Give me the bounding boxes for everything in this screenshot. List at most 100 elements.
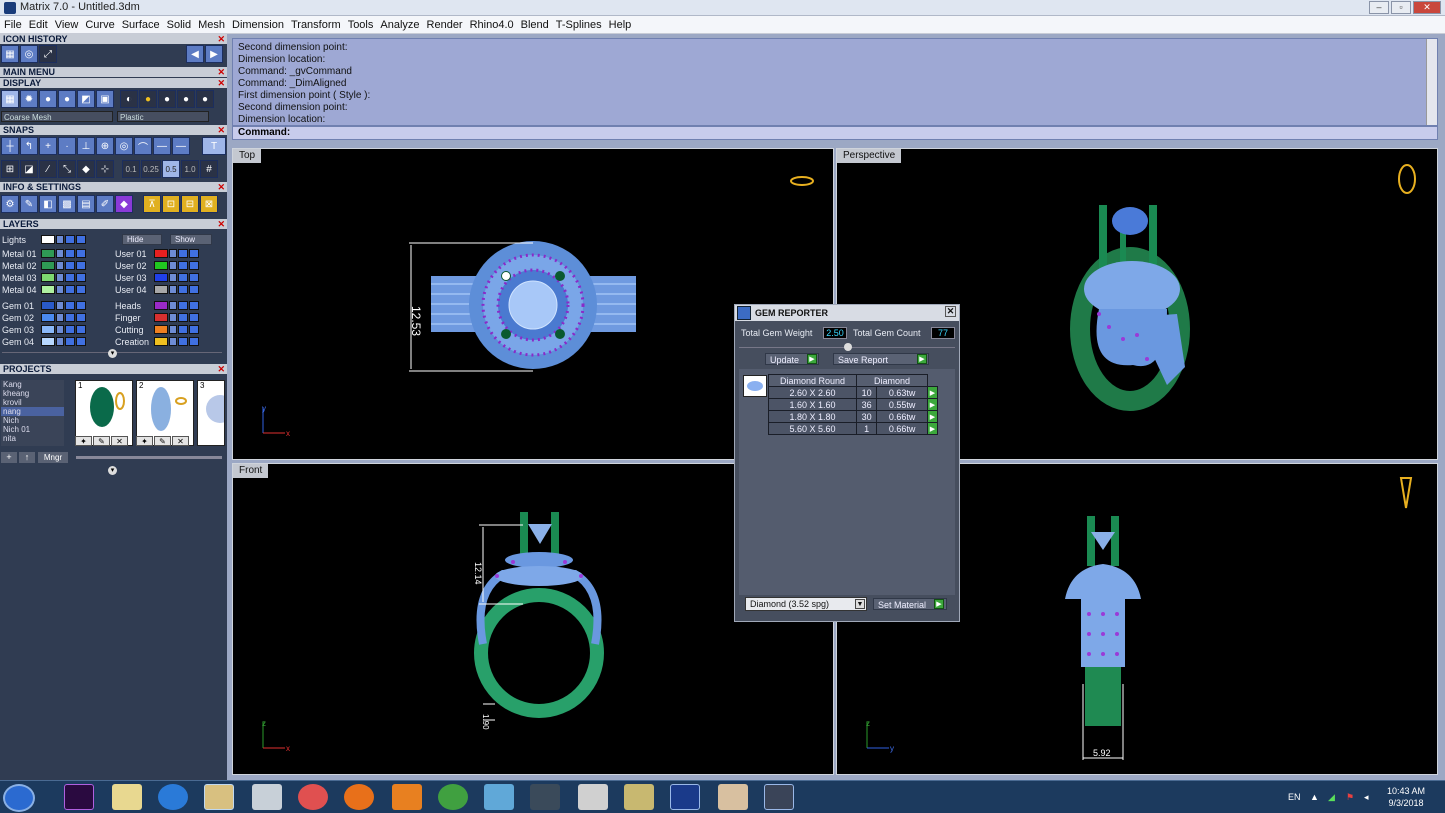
layers-header[interactable]: LAYERS ✕ bbox=[0, 219, 227, 229]
visibility-icon[interactable] bbox=[178, 249, 188, 258]
menu-render[interactable]: Render bbox=[427, 19, 463, 31]
chrome-sphere-icon[interactable]: ● bbox=[177, 90, 195, 108]
visibility-icon[interactable] bbox=[178, 313, 188, 322]
snap-near-icon[interactable]: ↰ bbox=[20, 137, 38, 155]
visibility-icon[interactable] bbox=[65, 337, 75, 346]
close-icon[interactable]: ✕ bbox=[217, 125, 225, 135]
command-line[interactable]: Command: bbox=[232, 126, 1438, 140]
layer-row[interactable]: Metal 03 bbox=[0, 272, 86, 283]
edit-icon[interactable]: ✎ bbox=[93, 436, 110, 446]
gem-table-row[interactable]: 1.60 X 1.60 36 0.55tw ▶ bbox=[768, 398, 938, 411]
snap-point-icon[interactable]: + bbox=[39, 137, 57, 155]
snipping-tool-icon[interactable] bbox=[298, 784, 328, 810]
add-icon[interactable]: ✦ bbox=[136, 436, 153, 446]
lock-icon[interactable] bbox=[169, 313, 177, 322]
material-select[interactable]: Diamond (3.52 spg) ▼ bbox=[745, 597, 867, 611]
project-item[interactable]: kheang bbox=[1, 389, 64, 398]
visibility-icon[interactable] bbox=[76, 235, 86, 244]
ortho-icon[interactable]: ∕ bbox=[39, 160, 57, 178]
layer-color-swatch[interactable] bbox=[154, 261, 168, 270]
material-select[interactable]: Plastic bbox=[117, 111, 209, 122]
lock-icon[interactable] bbox=[56, 285, 64, 294]
select-row-icon[interactable]: ▶ bbox=[927, 398, 938, 411]
layer-color-swatch[interactable] bbox=[154, 249, 168, 258]
material-sphere-icon[interactable]: ◐ bbox=[120, 90, 138, 108]
layer-row[interactable]: User 01 bbox=[113, 248, 199, 259]
select-row-icon[interactable]: ▶ bbox=[927, 386, 938, 399]
menu-edit[interactable]: Edit bbox=[29, 19, 48, 31]
layer-color-swatch[interactable] bbox=[154, 325, 168, 334]
lock-icon[interactable] bbox=[169, 249, 177, 258]
render-toggle-icon[interactable] bbox=[76, 261, 86, 270]
chevron-down-icon[interactable]: ▾ bbox=[108, 466, 117, 475]
layer-color-swatch[interactable] bbox=[41, 273, 55, 282]
language-indicator[interactable]: EN bbox=[1288, 792, 1301, 802]
visibility-icon[interactable] bbox=[65, 325, 75, 334]
gem-table-row[interactable]: 1.80 X 1.80 30 0.66tw ▶ bbox=[768, 410, 938, 423]
snap-end-icon[interactable]: ┼ bbox=[1, 137, 19, 155]
menu-help[interactable]: Help bbox=[609, 19, 632, 31]
project-icon[interactable]: ⤡ bbox=[58, 160, 76, 178]
icon-history-header[interactable]: ICON HISTORY ✕ bbox=[0, 34, 227, 44]
snap-value-0.1[interactable]: 0.1 bbox=[122, 160, 140, 178]
menu-tools[interactable]: Tools bbox=[348, 19, 374, 31]
layer-lights[interactable]: Lights bbox=[0, 234, 86, 245]
lock-icon[interactable] bbox=[56, 273, 64, 282]
close-icon[interactable]: ✕ bbox=[217, 34, 225, 44]
visibility-icon[interactable] bbox=[178, 337, 188, 346]
layer-row[interactable]: User 04 bbox=[113, 284, 199, 295]
grid-snap-icon[interactable]: ⊞ bbox=[1, 160, 19, 178]
lock-icon[interactable] bbox=[56, 313, 64, 322]
snap-int-icon[interactable]: — bbox=[153, 137, 171, 155]
layer-color-swatch[interactable] bbox=[154, 313, 168, 322]
menu-surface[interactable]: Surface bbox=[122, 19, 160, 31]
close-button[interactable]: ✕ bbox=[1413, 1, 1441, 14]
layer-color-swatch[interactable] bbox=[154, 285, 168, 294]
forward-arrow-icon[interactable]: ▶ bbox=[205, 45, 223, 63]
render-toggle-icon[interactable] bbox=[189, 301, 199, 310]
menu-mesh[interactable]: Mesh bbox=[198, 19, 225, 31]
layer-row[interactable]: Gem 04 bbox=[0, 336, 86, 347]
image-icon[interactable]: ◩ bbox=[77, 90, 95, 108]
gem-box-icon[interactable]: ◆ bbox=[115, 195, 133, 213]
gumball-icon[interactable]: ⊹ bbox=[96, 160, 114, 178]
project-item[interactable]: Nich bbox=[1, 416, 64, 425]
render-toggle-icon[interactable] bbox=[76, 325, 86, 334]
snap-value-0.5[interactable]: 0.5 bbox=[162, 160, 180, 178]
menu-rhino[interactable]: Rhino4.0 bbox=[470, 19, 514, 31]
layer-row[interactable]: User 03 bbox=[113, 272, 199, 283]
settings-icon[interactable]: ⚙ bbox=[1, 195, 19, 213]
mesh-quality-select[interactable]: Coarse Mesh bbox=[1, 111, 113, 122]
file-explorer-icon[interactable] bbox=[204, 784, 234, 810]
explorer-folder-icon[interactable] bbox=[112, 784, 142, 810]
maximize-button[interactable]: ▫ bbox=[1391, 1, 1411, 14]
visibility-icon[interactable] bbox=[178, 285, 188, 294]
measure-icon[interactable]: ⊼ bbox=[143, 195, 161, 213]
lock-icon[interactable] bbox=[56, 301, 64, 310]
close-icon[interactable]: ✕ bbox=[217, 364, 225, 374]
visibility-icon[interactable] bbox=[65, 273, 75, 282]
silver-sphere-icon[interactable]: ● bbox=[158, 90, 176, 108]
viewport-label[interactable]: Perspective bbox=[837, 149, 902, 163]
clock[interactable]: 10:43 AM 9/3/2018 bbox=[1387, 785, 1425, 809]
command-scrollbar[interactable] bbox=[1426, 39, 1437, 125]
visibility-icon[interactable] bbox=[65, 285, 75, 294]
project-item[interactable]: Kang bbox=[1, 380, 64, 389]
render-toggle-icon[interactable] bbox=[189, 325, 199, 334]
menu-view[interactable]: View bbox=[55, 19, 79, 31]
back-arrow-icon[interactable]: ◀ bbox=[186, 45, 204, 63]
snap-tan-icon[interactable]: ⌒ bbox=[134, 137, 152, 155]
menu-dimension[interactable]: Dimension bbox=[232, 19, 284, 31]
menu-blend[interactable]: Blend bbox=[521, 19, 549, 31]
snap-mid-icon[interactable]: · bbox=[58, 137, 76, 155]
snap-quad-icon[interactable]: ⊕ bbox=[96, 137, 114, 155]
snap-perp-icon[interactable]: ⊥ bbox=[77, 137, 95, 155]
delete-icon[interactable]: ✕ bbox=[111, 436, 128, 446]
render-toggle-icon[interactable] bbox=[189, 261, 199, 270]
pencil-icon[interactable]: ✐ bbox=[96, 195, 114, 213]
show-button[interactable]: Show bbox=[170, 234, 212, 245]
add-icon[interactable]: ✦ bbox=[75, 436, 92, 446]
lock-icon[interactable] bbox=[56, 325, 64, 334]
project-item[interactable]: nang bbox=[1, 407, 64, 416]
lock-icon[interactable] bbox=[169, 261, 177, 270]
